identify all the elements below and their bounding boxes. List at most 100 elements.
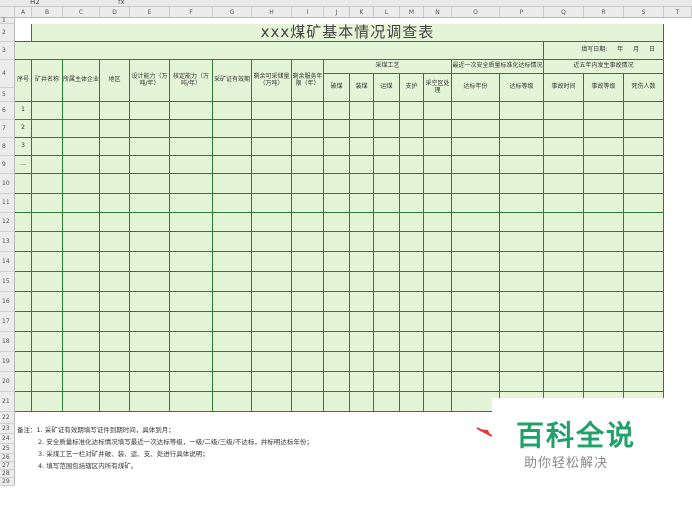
row-header-5[interactable]: 5 bbox=[0, 88, 15, 102]
table-cell[interactable] bbox=[32, 392, 63, 412]
table-cell[interactable] bbox=[63, 156, 100, 174]
table-cell[interactable] bbox=[170, 102, 213, 120]
table-cell[interactable] bbox=[32, 292, 63, 312]
table-cell[interactable] bbox=[584, 292, 624, 312]
row-header-24[interactable]: 24 bbox=[0, 434, 15, 444]
header-accident-1[interactable]: 事故等级 bbox=[584, 74, 624, 102]
column-header-b[interactable]: B bbox=[32, 7, 63, 18]
header-owner[interactable]: 所属主体企业 bbox=[63, 60, 100, 102]
table-cell[interactable] bbox=[130, 332, 170, 352]
table-cell[interactable] bbox=[213, 138, 252, 156]
table-cell[interactable] bbox=[15, 272, 32, 292]
table-cell[interactable] bbox=[400, 174, 424, 194]
table-cell[interactable] bbox=[170, 392, 213, 412]
column-header-q[interactable]: Q bbox=[544, 7, 584, 18]
table-cell[interactable] bbox=[292, 138, 324, 156]
table-cell[interactable] bbox=[424, 292, 452, 312]
table-cell[interactable] bbox=[32, 194, 63, 213]
row-header-4[interactable]: 4 bbox=[0, 60, 15, 88]
header-seq[interactable]: 序号 bbox=[15, 60, 32, 102]
table-cell[interactable] bbox=[324, 332, 350, 352]
table-cell[interactable] bbox=[213, 156, 252, 174]
table-cell[interactable] bbox=[544, 372, 584, 392]
table-cell[interactable] bbox=[452, 292, 500, 312]
table-cell[interactable] bbox=[624, 292, 664, 312]
row-header-29[interactable]: 29 bbox=[0, 478, 15, 486]
table-cell[interactable] bbox=[400, 372, 424, 392]
table-cell[interactable] bbox=[584, 120, 624, 138]
table-cell[interactable] bbox=[100, 156, 130, 174]
name-box[interactable]: H2 bbox=[30, 0, 40, 6]
table-cell[interactable] bbox=[624, 102, 664, 120]
column-header-n[interactable]: N bbox=[424, 7, 452, 18]
table-cell[interactable] bbox=[500, 120, 544, 138]
table-cell[interactable]: 3 bbox=[15, 138, 32, 156]
table-cell[interactable] bbox=[350, 372, 374, 392]
table-cell[interactable] bbox=[374, 352, 400, 372]
table-cell[interactable] bbox=[32, 174, 63, 194]
table-cell[interactable] bbox=[32, 272, 63, 292]
table-cell[interactable] bbox=[292, 312, 324, 332]
table-cell[interactable] bbox=[100, 138, 130, 156]
table-cell[interactable] bbox=[324, 120, 350, 138]
row-header-20[interactable]: 20 bbox=[0, 372, 15, 392]
table-cell[interactable] bbox=[170, 138, 213, 156]
table-cell[interactable] bbox=[424, 120, 452, 138]
table-cell[interactable] bbox=[32, 102, 63, 120]
table-cell[interactable] bbox=[350, 120, 374, 138]
table-cell[interactable] bbox=[500, 372, 544, 392]
table-cell[interactable] bbox=[424, 213, 452, 232]
table-cell[interactable] bbox=[32, 352, 63, 372]
table-cell[interactable] bbox=[63, 352, 100, 372]
table-cell[interactable] bbox=[374, 156, 400, 174]
row-header-6[interactable]: 6 bbox=[0, 102, 15, 120]
table-cell[interactable] bbox=[292, 120, 324, 138]
row-header-3[interactable]: 3 bbox=[0, 42, 15, 60]
table-cell[interactable] bbox=[130, 352, 170, 372]
row-header-26[interactable]: 26 bbox=[0, 454, 15, 462]
table-cell[interactable] bbox=[324, 174, 350, 194]
table-cell[interactable] bbox=[500, 232, 544, 252]
table-cell[interactable] bbox=[374, 372, 400, 392]
table-cell[interactable] bbox=[452, 372, 500, 392]
table-cell[interactable] bbox=[170, 213, 213, 232]
table-cell[interactable] bbox=[324, 194, 350, 213]
header-mining-process[interactable]: 采煤工艺 bbox=[324, 60, 452, 74]
table-cell[interactable] bbox=[584, 174, 624, 194]
row-header-22[interactable]: 22 bbox=[0, 412, 15, 424]
header-mining-2[interactable]: 运煤 bbox=[374, 74, 400, 102]
column-header-o[interactable]: O bbox=[452, 7, 500, 18]
table-cell[interactable] bbox=[324, 232, 350, 252]
table-cell[interactable] bbox=[400, 120, 424, 138]
table-cell[interactable] bbox=[63, 138, 100, 156]
table-cell[interactable] bbox=[252, 372, 292, 392]
table-cell[interactable] bbox=[424, 252, 452, 272]
table-cell[interactable] bbox=[130, 194, 170, 213]
table-cell[interactable] bbox=[63, 120, 100, 138]
table-cell[interactable] bbox=[350, 232, 374, 252]
header-mining-4[interactable]: 采空区处理 bbox=[424, 74, 452, 102]
table-cell[interactable] bbox=[252, 213, 292, 232]
table-cell[interactable] bbox=[544, 194, 584, 213]
column-header-e[interactable]: E bbox=[130, 7, 170, 18]
table-cell[interactable] bbox=[252, 194, 292, 213]
column-header-i[interactable]: I bbox=[292, 7, 324, 18]
table-cell[interactable] bbox=[170, 372, 213, 392]
table-cell[interactable] bbox=[63, 174, 100, 194]
table-cell[interactable] bbox=[452, 232, 500, 252]
table-cell[interactable] bbox=[32, 156, 63, 174]
table-cell[interactable] bbox=[424, 138, 452, 156]
table-cell[interactable] bbox=[374, 138, 400, 156]
table-cell[interactable] bbox=[170, 292, 213, 312]
table-cell[interactable] bbox=[32, 213, 63, 232]
table-cell[interactable] bbox=[374, 252, 400, 272]
table-cell[interactable] bbox=[374, 102, 400, 120]
header-safety-1[interactable]: 达标等级 bbox=[500, 74, 544, 102]
table-cell[interactable] bbox=[400, 352, 424, 372]
table-cell[interactable] bbox=[452, 120, 500, 138]
row-header-16[interactable]: 16 bbox=[0, 292, 15, 312]
table-cell[interactable] bbox=[584, 232, 624, 252]
table-cell[interactable] bbox=[213, 332, 252, 352]
table-cell[interactable] bbox=[15, 292, 32, 312]
table-cell[interactable] bbox=[130, 213, 170, 232]
